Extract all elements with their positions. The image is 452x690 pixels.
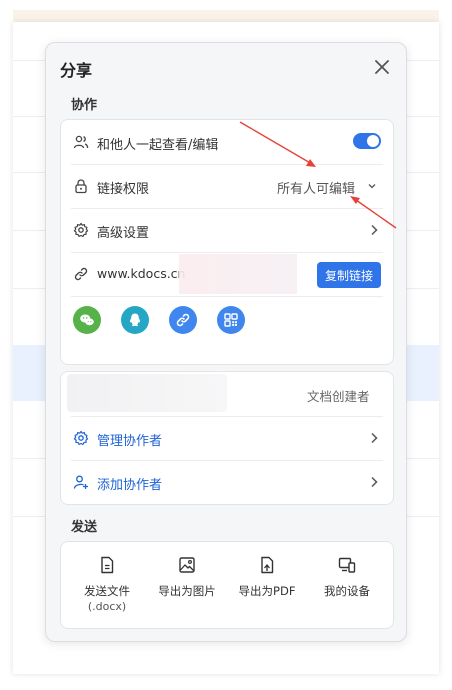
lock-icon [75,179,87,194]
wechat-share-button[interactable] [73,306,101,334]
pdf-export-icon [261,556,274,574]
qq-share-button[interactable] [121,306,149,334]
permission-value[interactable]: 所有人可编辑 [277,178,355,197]
dialog-title: 分享 [60,61,93,80]
advanced-settings-row[interactable]: 高级设置 [61,208,393,252]
chevron-right-icon [371,432,378,444]
advanced-settings-label: 高级设置 [97,226,150,241]
export-image-label: 导出为图片 [158,584,216,598]
chevron-right-icon [371,476,378,488]
share-dialog: 分享 协作 和他人一起查看/编辑 链接权限 所有人可编辑 高级设置 www.kd… [45,42,407,642]
link-icon [74,267,88,281]
export-pdf-button[interactable]: 导出为PDF [227,556,307,599]
owner-role: 文档创建者 [307,389,370,404]
redacted-owner [67,374,227,412]
chevron-down-icon [368,184,376,189]
qrcode-icon [224,313,238,327]
link-row: www.kdocs.cn 复制链接 [61,252,393,296]
manage-collaborators-label: 管理协作者 [97,434,163,449]
share-targets [61,296,393,352]
copy-link-button[interactable]: 复制链接 [317,262,381,288]
users-icon [73,135,89,149]
add-collaborator-label: 添加协作者 [97,478,163,493]
share-link-text[interactable]: www.kdocs.cn [97,266,185,281]
redacted-link-area [179,254,297,294]
section-send-label: 发送 [71,520,98,535]
qrcode-share-button[interactable] [217,306,245,334]
export-pdf-label: 导出为PDF [238,584,296,598]
manage-users-gear-icon [73,430,89,445]
chevron-right-icon [371,224,378,236]
gear-icon [73,222,89,237]
my-device-button[interactable]: 我的设备 [307,556,387,599]
collaborators-card: 文档创建者 管理协作者 添加协作者 [60,371,394,505]
permission-label: 链接权限 [97,182,150,197]
send-file-label: 发送文件 [84,584,130,598]
image-icon [179,557,195,573]
export-image-button[interactable]: 导出为图片 [147,556,227,599]
toggle-knob [367,135,379,147]
owner-row: 文档创建者 [61,372,393,416]
manage-collaborators-row[interactable]: 管理协作者 [61,416,393,460]
document-top-strip [13,10,439,22]
coedit-label: 和他人一起查看/编辑 [97,138,219,153]
document-icon [101,556,114,574]
coedit-row: 和他人一起查看/编辑 [61,120,393,164]
my-device-label: 我的设备 [324,584,370,598]
add-user-icon [73,475,88,489]
add-collaborator-row[interactable]: 添加协作者 [61,460,393,504]
collab-card: 和他人一起查看/编辑 链接权限 所有人可编辑 高级设置 www.kdocs.cn… [60,119,394,365]
close-icon[interactable] [372,57,392,77]
send-card: 发送文件 (.docx) 导出为图片 导出为PDF 我的设备 [60,541,394,629]
send-file-ext: (.docx) [87,600,127,613]
wechat-icon [80,314,94,326]
coedit-toggle[interactable] [353,133,381,149]
chain-link-icon [176,313,190,327]
permission-row[interactable]: 链接权限 所有人可编辑 [61,164,393,208]
section-collab-label: 协作 [71,98,98,113]
send-file-button[interactable]: 发送文件 (.docx) [67,556,147,614]
devices-icon [338,557,356,573]
qq-icon [129,313,141,327]
link-share-button[interactable] [169,306,197,334]
